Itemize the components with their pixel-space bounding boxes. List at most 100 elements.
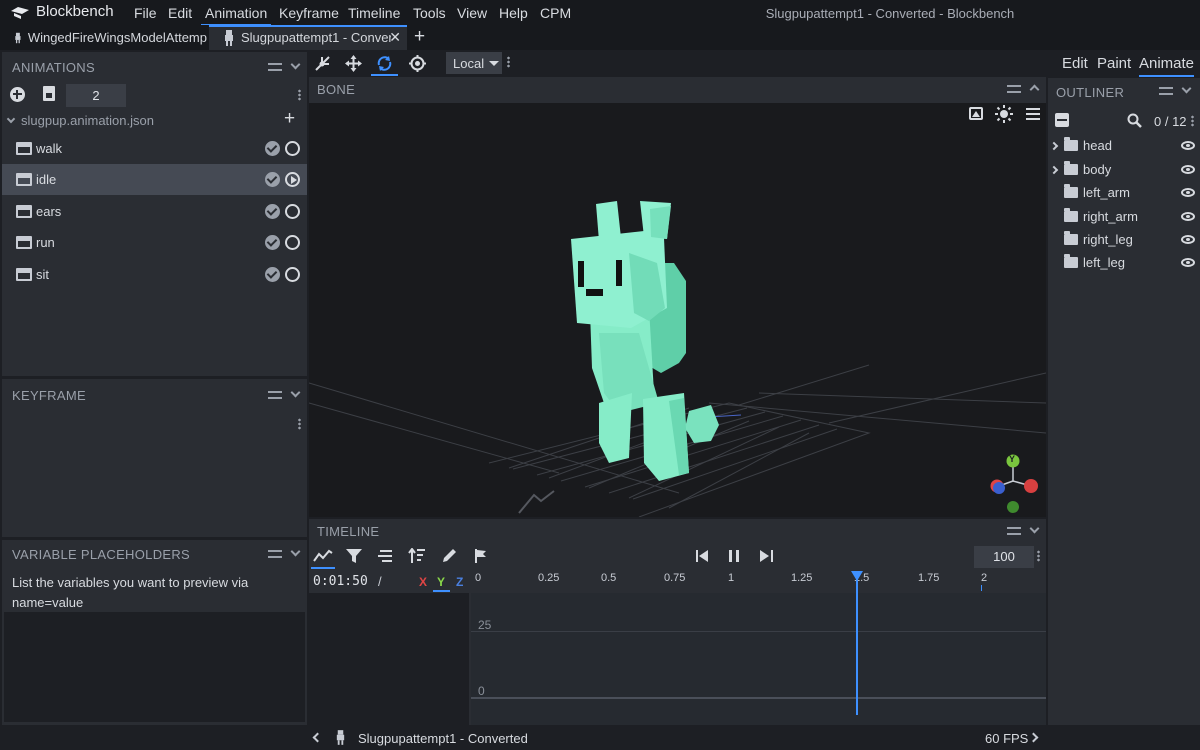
animation-item-sit[interactable]: sit xyxy=(2,259,307,290)
screenshot-icon[interactable] xyxy=(969,107,983,120)
more-options-icon[interactable] xyxy=(298,418,301,430)
outliner-item-body[interactable]: body xyxy=(1048,158,1198,181)
mode-edit[interactable]: Edit xyxy=(1062,55,1088,72)
pencil-icon[interactable] xyxy=(441,548,457,564)
play-toggle-icon[interactable] xyxy=(285,204,300,219)
override-check-icon[interactable] xyxy=(265,267,280,282)
play-toggle-icon[interactable] xyxy=(285,267,300,282)
menu-help[interactable]: Help xyxy=(499,5,528,21)
menu-edit[interactable]: Edit xyxy=(168,5,192,21)
viewport-title: BONE xyxy=(317,82,356,97)
pause-icon[interactable] xyxy=(728,550,740,562)
transform-space-select[interactable]: Local xyxy=(446,52,502,74)
ruler-tick-label: 1.75 xyxy=(918,572,940,584)
axis-x-toggle[interactable]: X xyxy=(419,575,427,589)
visibility-eye-icon[interactable] xyxy=(1181,188,1195,197)
play-toggle-icon[interactable] xyxy=(285,235,300,250)
sort-icon[interactable] xyxy=(408,548,426,563)
more-options-icon[interactable] xyxy=(1191,115,1194,127)
outliner-item-left-leg[interactable]: left_leg xyxy=(1048,251,1198,274)
dropdown-arrow-icon xyxy=(489,60,500,66)
tab-project-slugpup[interactable]: Slugpupattempt1 - Converte ✕ xyxy=(209,25,407,50)
expand-caret-icon[interactable] xyxy=(1049,141,1059,150)
pivot-tool-icon[interactable] xyxy=(314,55,331,72)
playback-speed-field[interactable]: 100 xyxy=(974,546,1034,568)
expand-caret-icon[interactable] xyxy=(1049,165,1059,174)
more-options-icon[interactable] xyxy=(1037,550,1040,562)
graph-value-label: 25 xyxy=(478,618,492,632)
override-check-icon[interactable] xyxy=(265,172,280,187)
panel-menu-icon[interactable] xyxy=(268,63,282,71)
skip-back-icon[interactable] xyxy=(696,550,709,562)
new-tab-icon[interactable]: + xyxy=(414,26,425,48)
override-check-icon[interactable] xyxy=(265,235,280,250)
filter-icon[interactable] xyxy=(346,549,362,563)
axis-y-toggle[interactable]: Y xyxy=(437,575,445,589)
lighting-sun-icon[interactable] xyxy=(995,105,1013,123)
3d-viewport[interactable]: Y xyxy=(309,103,1046,517)
outliner-item-right-leg[interactable]: right_leg xyxy=(1048,228,1198,251)
more-options-icon[interactable] xyxy=(298,89,301,101)
override-check-icon[interactable] xyxy=(265,204,280,219)
menu-keyframe[interactable]: Keyframe xyxy=(279,5,339,21)
play-toggle-icon[interactable] xyxy=(285,172,300,187)
move-tool-icon[interactable] xyxy=(345,55,362,72)
play-toggle-icon[interactable] xyxy=(285,141,300,156)
visibility-eye-icon[interactable] xyxy=(1181,212,1195,221)
menu-view[interactable]: View xyxy=(457,5,487,21)
toolbar-more-icon[interactable] xyxy=(507,56,510,68)
scale-tool-icon[interactable] xyxy=(409,55,426,72)
axis-z-toggle[interactable]: Z xyxy=(456,575,463,589)
search-icon[interactable] xyxy=(1127,113,1142,128)
timecode-display[interactable]: 0:01:50 xyxy=(313,574,368,589)
variables-textarea[interactable] xyxy=(4,612,305,722)
app-logo[interactable]: Blockbench xyxy=(10,3,114,20)
visibility-eye-icon[interactable] xyxy=(1181,141,1195,150)
panel-menu-icon[interactable] xyxy=(1159,87,1173,95)
visibility-eye-icon[interactable] xyxy=(1181,258,1195,267)
transform-space-value: Local xyxy=(453,55,485,71)
panel-menu-icon[interactable] xyxy=(1007,85,1021,93)
visibility-eye-icon[interactable] xyxy=(1181,165,1195,174)
add-animation-to-file-icon[interactable]: + xyxy=(284,108,295,130)
outliner-item-right-arm[interactable]: right_arm xyxy=(1048,205,1198,228)
mode-paint[interactable]: Paint xyxy=(1097,55,1131,72)
close-tab-icon[interactable]: ✕ xyxy=(389,29,401,46)
menu-file[interactable]: File xyxy=(134,5,157,21)
viewport-header xyxy=(309,77,1046,103)
animation-item-run[interactable]: run xyxy=(2,227,307,258)
animation-label: sit xyxy=(36,267,49,282)
visibility-eye-icon[interactable] xyxy=(1181,235,1195,244)
animation-item-idle[interactable]: idle xyxy=(2,164,307,195)
menu-animation[interactable]: Animation xyxy=(200,5,272,26)
viewport-menu-icon[interactable] xyxy=(1026,108,1040,120)
animation-item-ears[interactable]: ears xyxy=(2,196,307,227)
tab-project-wingedfire[interactable]: WingedFireWingsModelAttemp xyxy=(0,25,207,50)
rotate-tool-icon[interactable] xyxy=(376,55,393,72)
outliner-label: right_leg xyxy=(1083,232,1133,247)
animation-end-marker xyxy=(981,585,982,591)
timeline-graph-area[interactable] xyxy=(471,593,1046,725)
menu-timeline[interactable]: Timeline xyxy=(348,5,400,21)
animation-item-walk[interactable]: walk xyxy=(2,133,307,164)
playhead[interactable] xyxy=(856,577,858,715)
status-project-name: Slugpupattempt1 - Converted xyxy=(358,731,528,746)
channels-icon[interactable] xyxy=(377,550,393,562)
menu-cpm[interactable]: CPM xyxy=(540,5,571,21)
animation-count-field[interactable]: 2 xyxy=(66,84,126,107)
panel-menu-icon[interactable] xyxy=(1007,527,1021,535)
add-animation-icon[interactable] xyxy=(10,87,25,102)
playhead-handle-icon[interactable] xyxy=(851,571,863,581)
outliner-item-head[interactable]: head xyxy=(1048,134,1198,157)
menu-tools[interactable]: Tools xyxy=(413,5,446,21)
mode-animate[interactable]: Animate xyxy=(1139,55,1195,77)
marker-flag-icon[interactable] xyxy=(474,549,488,563)
panel-menu-icon[interactable] xyxy=(268,550,282,558)
graph-editor-icon[interactable] xyxy=(313,549,333,563)
outliner-item-left-arm[interactable]: left_arm xyxy=(1048,181,1198,204)
override-check-icon[interactable] xyxy=(265,141,280,156)
load-animation-file-icon[interactable] xyxy=(43,86,55,101)
panel-menu-icon[interactable] xyxy=(268,391,282,399)
add-group-icon[interactable] xyxy=(1055,113,1069,127)
skip-forward-icon[interactable] xyxy=(760,550,773,562)
